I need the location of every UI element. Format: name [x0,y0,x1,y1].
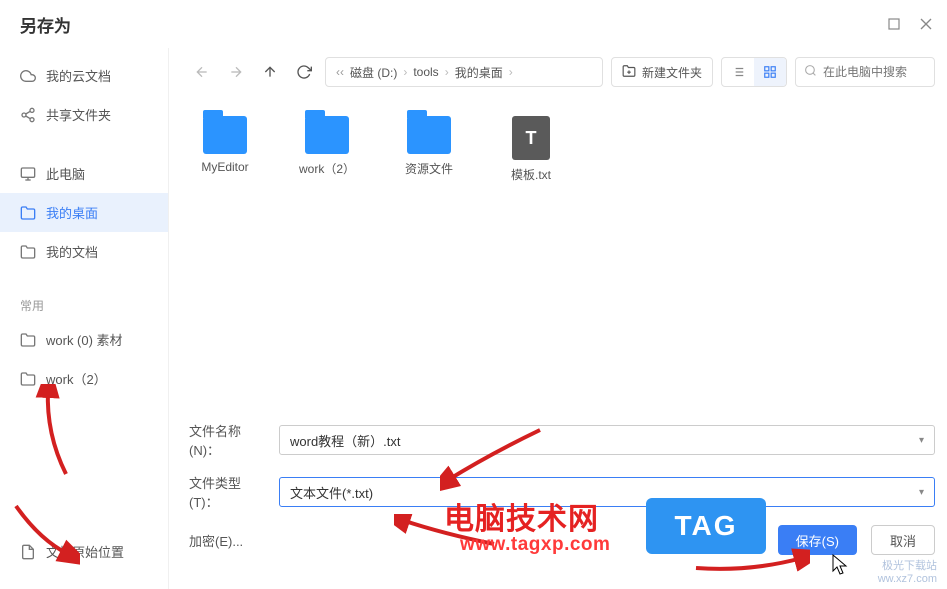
sidebar-item-label: work (0) 素材 [46,330,123,349]
file-name: 模板.txt [511,166,551,183]
window-title: 另存为 [20,12,71,37]
cancel-button[interactable]: 取消 [871,525,935,555]
nav-forward-icon[interactable] [223,59,249,85]
file-item-folder[interactable]: work（2） [291,116,363,177]
file-item-txt[interactable]: T 模板.txt [495,116,567,183]
search-input[interactable] [823,65,926,79]
sidebar-item-label: 我的文档 [46,242,98,261]
chevron-right-icon: › [445,65,449,79]
new-folder-button[interactable]: 新建文件夹 [611,57,713,87]
sidebar-item-recent-1[interactable]: work（2） [0,359,168,398]
filename-input[interactable]: word教程（新）.txt ▾ [279,425,935,455]
save-form: 文件名称(N)： word教程（新）.txt ▾ 文件类型(T)： 文本文件(*… [189,409,935,589]
maximize-icon[interactable] [887,17,901,31]
monitor-icon [20,166,36,182]
sidebar-item-recent-0[interactable]: work (0) 素材 [0,320,168,359]
sidebar-item-label: 文档原始位置 [46,542,124,561]
folder-icon [407,116,451,154]
txt-icon: T [512,116,550,160]
save-button[interactable]: 保存(S) [778,525,857,555]
folder-icon [203,116,247,154]
document-icon [20,544,36,560]
chevron-right-icon: › [403,65,407,79]
sidebar-item-computer[interactable]: 此电脑 [0,154,168,193]
nav-back-icon[interactable] [189,59,215,85]
breadcrumb-part[interactable]: 磁盘 (D:) [350,64,397,81]
sidebar: 我的云文档 共享文件夹 此电脑 我的桌面 我的文档 常用 work (0) 素材… [0,48,168,589]
sidebar-item-label: 共享文件夹 [46,105,111,124]
refresh-icon[interactable] [291,59,317,85]
sidebar-item-label: work（2） [46,369,107,388]
sidebar-item-shared[interactable]: 共享文件夹 [0,95,168,134]
search-icon [804,64,817,80]
sidebar-item-label: 此电脑 [46,164,85,183]
folder-icon [20,332,36,348]
sidebar-item-desktop[interactable]: 我的桌面 [0,193,168,232]
breadcrumb-overflow-icon: ‹‹ [336,65,344,79]
title-bar: 另存为 [0,0,947,48]
chevron-down-icon[interactable]: ▾ [919,487,924,498]
sidebar-item-label: 我的云文档 [46,66,111,85]
sidebar-recent-label: 常用 [0,291,168,320]
search-box[interactable] [795,57,935,87]
toolbar: ‹‹ 磁盘 (D:) › tools › 我的桌面 › 新建文件夹 [189,48,935,96]
folder-plus-icon [622,64,636,81]
folder-icon [20,371,36,387]
chevron-right-icon: › [509,65,513,79]
chevron-down-icon[interactable]: ▾ [919,435,924,446]
view-toggle [721,57,787,87]
view-grid-icon[interactable] [754,58,786,86]
file-item-folder[interactable]: 资源文件 [393,116,465,177]
sidebar-item-documents[interactable]: 我的文档 [0,232,168,271]
new-folder-label: 新建文件夹 [642,64,702,81]
folder-icon [305,116,349,154]
cloud-icon [20,68,36,84]
sidebar-item-original-location[interactable]: 文档原始位置 [0,532,168,571]
file-item-folder[interactable]: MyEditor [189,116,261,174]
folder-icon [20,244,36,260]
view-list-icon[interactable] [722,58,754,86]
filetype-select[interactable]: 文本文件(*.txt) ▾ [279,477,935,507]
breadcrumb-part[interactable]: 我的桌面 [455,64,503,81]
file-name: MyEditor [201,160,248,174]
encrypt-link[interactable]: 加密(E)... [189,531,265,550]
sidebar-item-cloud[interactable]: 我的云文档 [0,56,168,95]
nav-up-icon[interactable] [257,59,283,85]
share-icon [20,107,36,123]
file-name: work（2） [299,160,355,177]
file-grid: MyEditor work（2） 资源文件 T 模板.txt [189,96,935,409]
breadcrumb-part[interactable]: tools [413,65,438,79]
filename-label: 文件名称(N)： [189,421,265,459]
folder-icon [20,205,36,221]
sidebar-item-label: 我的桌面 [46,203,98,222]
file-name: 资源文件 [405,160,453,177]
breadcrumb[interactable]: ‹‹ 磁盘 (D:) › tools › 我的桌面 › [325,57,603,87]
close-icon[interactable] [919,17,933,31]
filetype-label: 文件类型(T)： [189,473,265,511]
content-area: ‹‹ 磁盘 (D:) › tools › 我的桌面 › 新建文件夹 [168,48,947,589]
